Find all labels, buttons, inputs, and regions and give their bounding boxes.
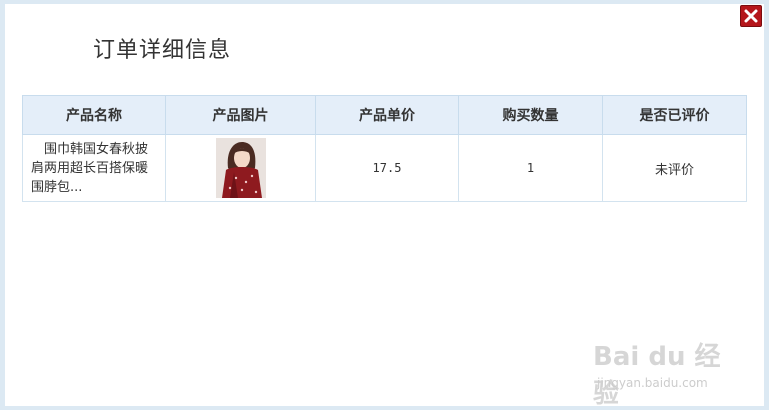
close-icon [744,9,758,23]
column-header-review-status: 是否已评价 [602,95,747,135]
order-items-table: 产品名称 产品图片 产品单价 购买数量 是否已评价 围巾韩国女春秋披肩两用超长百… [22,95,747,202]
table-header-row: 产品名称 产品图片 产品单价 购买数量 是否已评价 [22,95,747,135]
column-header-unit-price: 产品单价 [315,95,459,135]
dialog-frame: 订单详细信息 产品名称 产品图片 产品单价 购买数量 是否已评价 围巾韩国女春秋… [0,0,769,410]
product-thumbnail-scarf[interactable] [215,138,266,198]
baidu-jingyan-watermark: Bai du 经验 jingyan.baidu.com [593,330,743,409]
watermark-logo: Bai du 经验 [593,342,721,409]
unit-price-cell: 17.5 [315,134,459,202]
dialog-title: 订单详细信息 [93,38,232,63]
column-header-product-image: 产品图片 [165,95,316,135]
product-name-cell: 围巾韩国女春秋披肩两用超长百搭保暖围脖包... [22,134,166,202]
column-header-product-name: 产品名称 [22,95,166,135]
product-name[interactable]: 围巾韩国女春秋披肩两用超长百搭保暖围脖包... [31,140,159,197]
order-detail-dialog: 订单详细信息 产品名称 产品图片 产品单价 购买数量 是否已评价 围巾韩国女春秋… [5,4,764,409]
product-image-cell [165,134,316,202]
close-button[interactable] [740,5,762,27]
review-status-cell: 未评价 [602,134,747,202]
column-header-quantity: 购买数量 [458,95,603,135]
table-row: 围巾韩国女春秋披肩两用超长百搭保暖围脖包... 17.5 1 未评价 [22,134,747,202]
watermark-url: jingyan.baidu.com [597,376,708,390]
quantity-cell: 1 [458,134,603,202]
